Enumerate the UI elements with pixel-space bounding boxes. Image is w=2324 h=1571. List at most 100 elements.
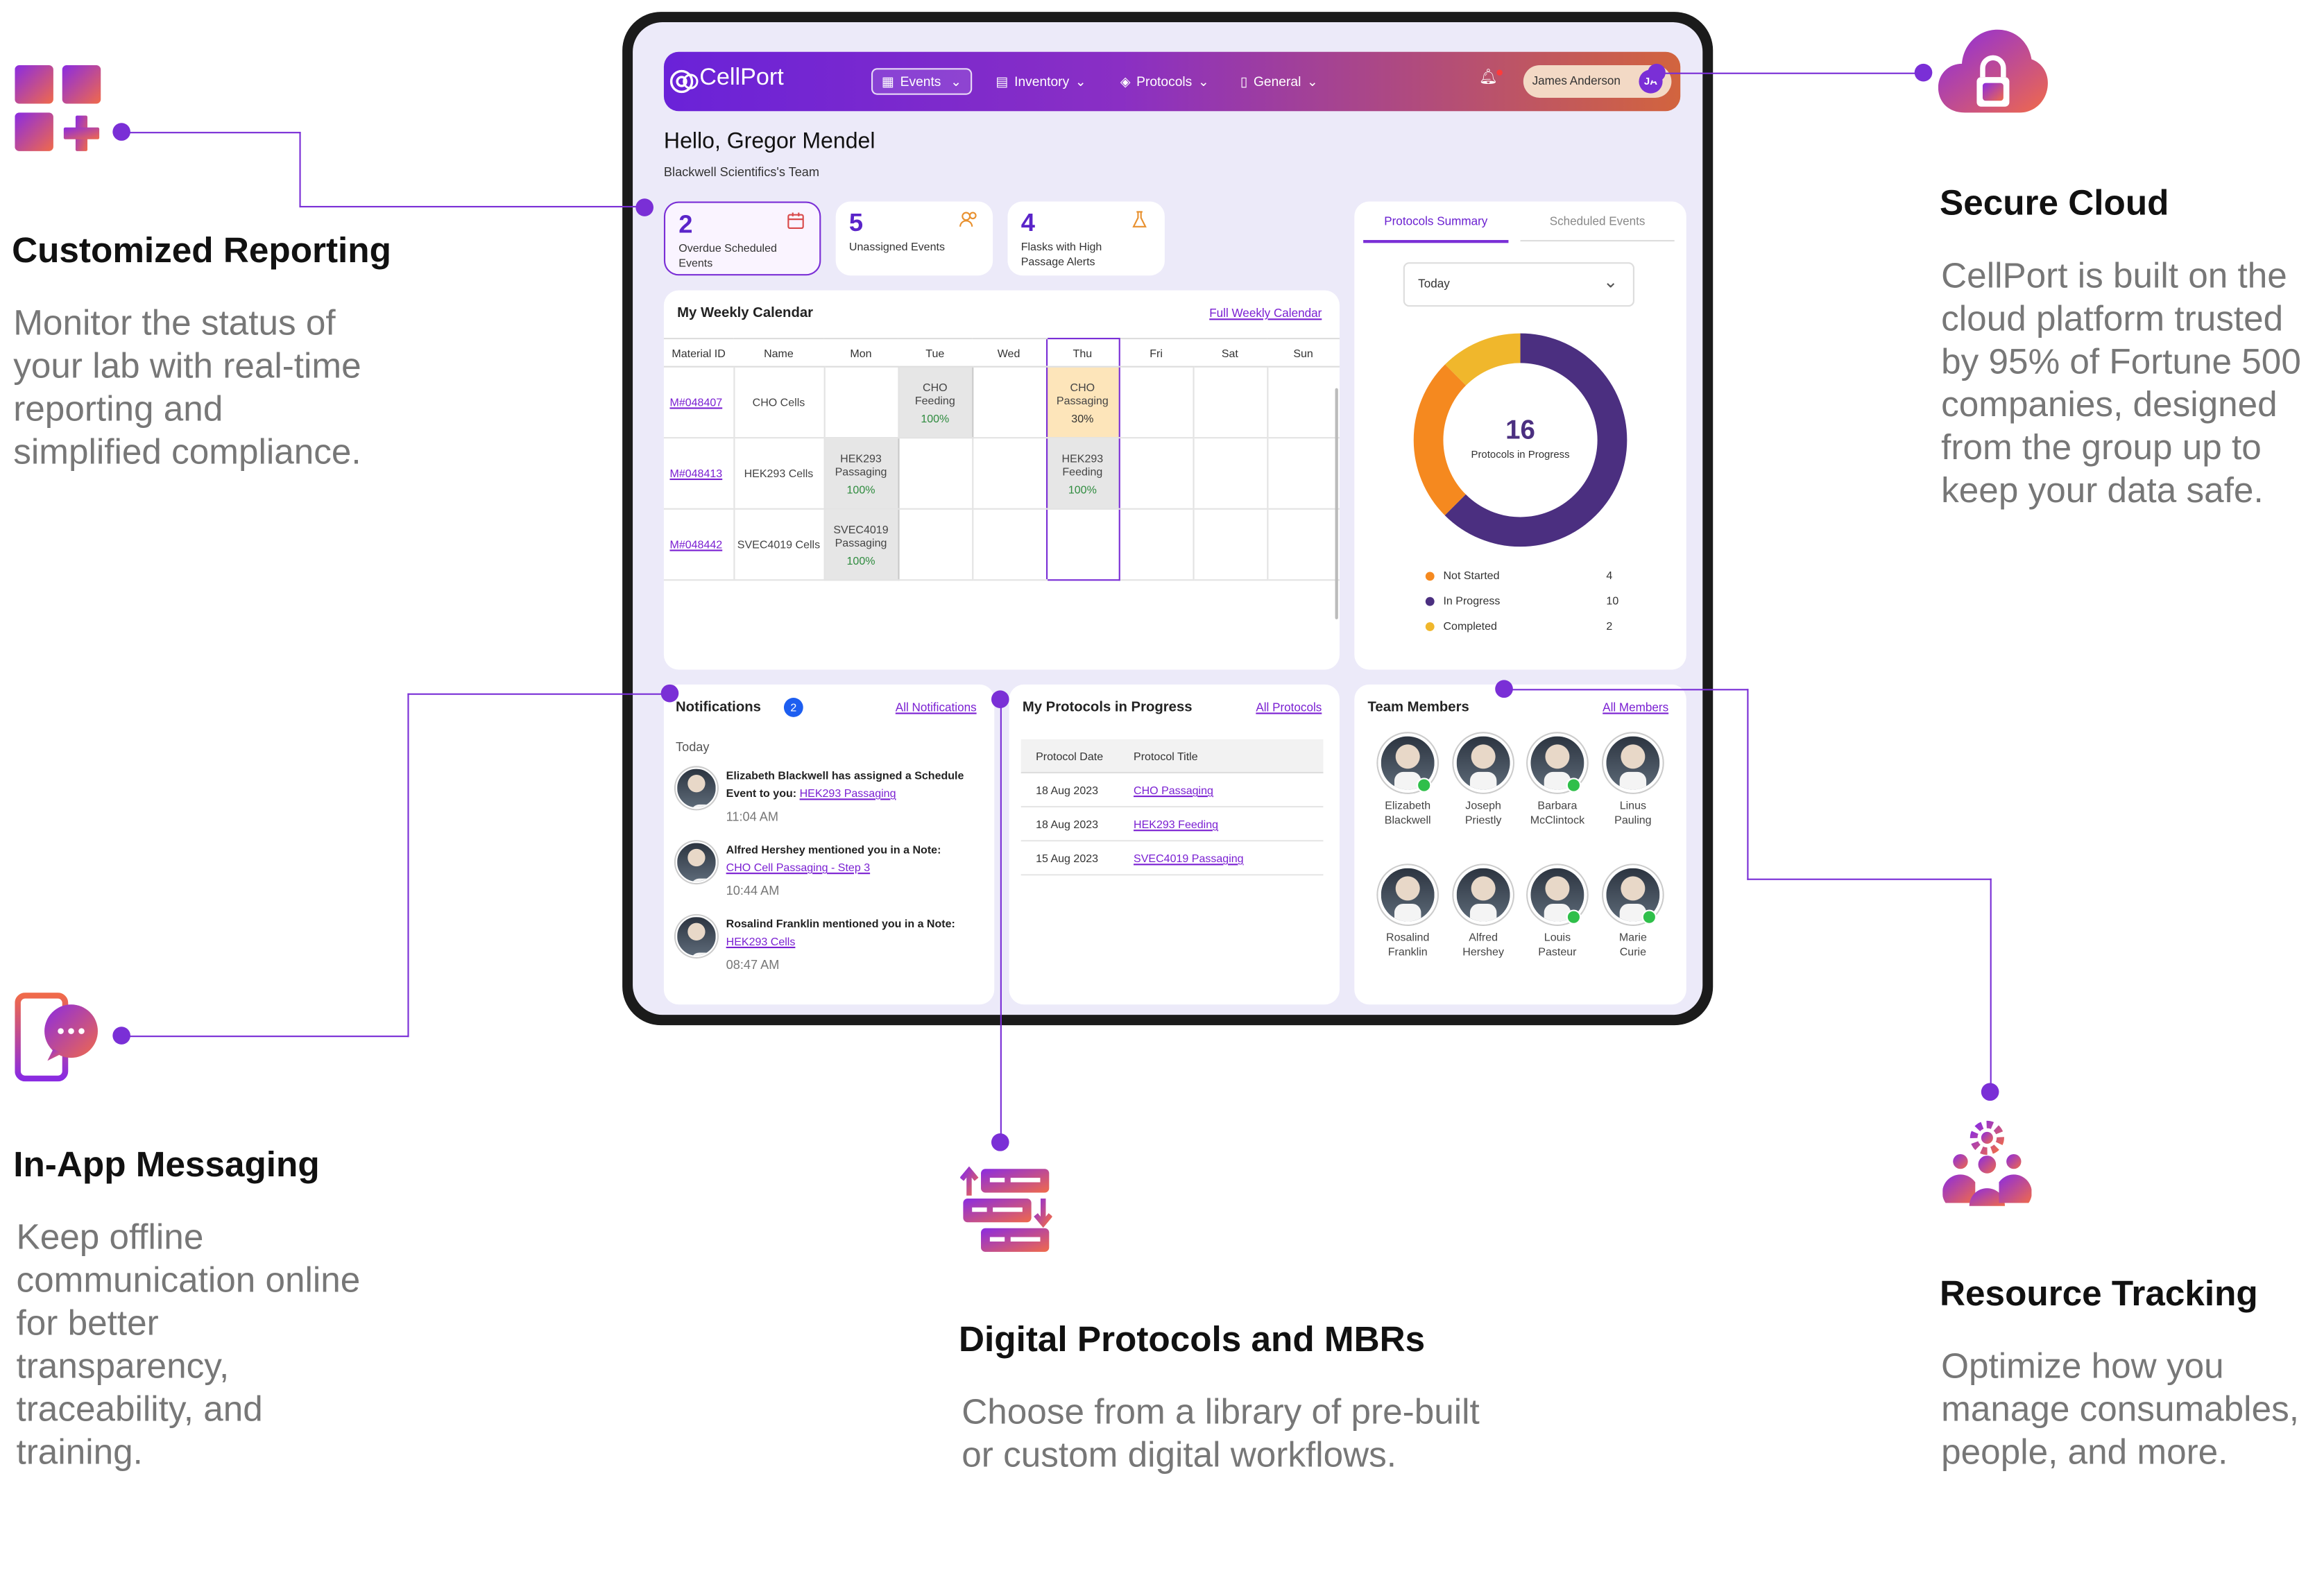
notification-item[interactable]: Alfred Hershey mentioned you in a Note: C… (676, 841, 987, 907)
cloud-title: Secure Cloud (1940, 183, 2169, 224)
calendar-cell (1192, 508, 1267, 581)
user-name: James Anderson (1532, 74, 1621, 88)
tracking-description: Optimize how you manage consumables, peo… (1941, 1345, 2299, 1474)
stat-card-overdue[interactable]: 2 Overdue Scheduled Events (663, 201, 821, 276)
bell-icon[interactable]: 🔔︎ (1479, 69, 1503, 86)
table-row[interactable]: 18 Aug 2023 HEK293 Feeding (1020, 807, 1324, 842)
donut-total: 16 (1505, 415, 1535, 445)
cloud-lock-icon (1938, 26, 2048, 126)
protocol-title-link[interactable]: SVEC4019 Passaging (1134, 852, 1244, 865)
all-protocols-link[interactable]: All Protocols (1256, 701, 1322, 714)
table-row: M#048413 HEK293 Cells HEK293 Passaging 100… (663, 437, 1340, 510)
material-id-link[interactable]: M#048407 (669, 395, 722, 409)
event-name: SVEC4019 (833, 522, 889, 536)
notifications-count-badge: 2 (783, 698, 803, 717)
member-first-name: Louis (1544, 930, 1571, 944)
col-header: Sun (1267, 338, 1340, 368)
notification-item[interactable]: Rosalind Franklin mentioned you in a Not… (676, 916, 987, 981)
table-row: M#048407 CHO Cells CHO Feeding 100% CHO Pas… (663, 366, 1340, 439)
legend-dot (1425, 622, 1435, 631)
messaging-line: communication online (16, 1260, 361, 1301)
avatar (1378, 865, 1437, 925)
notification-link[interactable]: CHO Cell Passaging - Step 3 (726, 861, 870, 874)
calendar-event[interactable]: HEK293 Feeding 100% (1045, 437, 1120, 510)
app-logo[interactable]: CellPort (699, 65, 784, 92)
notification-time: 08:47 AM (726, 956, 780, 972)
calendar-event[interactable]: CHO Passaging 30% (1045, 366, 1120, 439)
team-member[interactable]: Rosalind Franklin (1371, 865, 1445, 960)
team-member[interactable]: Linus Pauling (1596, 733, 1670, 828)
period-select[interactable]: Today ⌄ (1403, 262, 1635, 307)
notification-link[interactable]: HEK293 Cells (726, 935, 796, 948)
connector-dot (991, 690, 1009, 709)
protocols-feature-description: Choose from a library of pre-built or cu… (962, 1391, 1479, 1477)
chat-phone-icon (15, 993, 101, 1089)
team-gear-icon (1942, 1120, 2032, 1217)
inventory-icon: ▤ (996, 73, 1009, 89)
notifications-group-label: Today (676, 739, 710, 755)
messaging-line: training. (16, 1432, 143, 1473)
calendar-event[interactable]: SVEC4019 Passaging 100% (823, 508, 899, 581)
connector-dot (1914, 63, 1933, 82)
reporting-line: your lab with real-time (13, 346, 361, 387)
stat-card-flasks[interactable]: 4 Flasks with High Passage Alerts (1007, 201, 1165, 276)
all-notifications-link[interactable]: All Notifications (896, 701, 977, 714)
nav-inventory[interactable]: ▤ Inventory ⌄ (987, 68, 1095, 94)
material-id-link[interactable]: M#048442 (669, 538, 722, 551)
connector-dot (635, 198, 653, 216)
nav-general[interactable]: ▯ General ⌄ (1231, 68, 1327, 94)
event-name: HEK293 (1061, 451, 1104, 465)
col-header: Name (733, 338, 824, 368)
team-member[interactable]: Alfred Hershey (1446, 865, 1521, 960)
connector-line (1747, 689, 1749, 880)
calendar-event[interactable]: CHO Feeding 100% (897, 366, 973, 439)
team-member[interactable]: Louis Pasteur (1521, 865, 1595, 960)
nav-events[interactable]: ▦ Events ⌄ (871, 68, 973, 95)
table-row[interactable]: 15 Aug 2023 SVEC4019 Passaging (1020, 841, 1324, 876)
workflow-list-icon (959, 1166, 1053, 1262)
member-last-name: Franklin (1387, 945, 1428, 959)
online-indicator (1641, 909, 1657, 925)
avatar (676, 916, 717, 957)
connector-dot (1648, 63, 1666, 82)
reporting-icon (15, 65, 103, 162)
team-member[interactable]: Barbara McClintock (1521, 733, 1595, 828)
cloud-line: by 95% of Fortune 500 (1941, 342, 2301, 383)
full-calendar-link[interactable]: Full Weekly Calendar (1209, 307, 1322, 320)
donut-total-label: Protocols in Progress (1471, 450, 1570, 461)
material-id-link[interactable]: M#048413 (669, 467, 722, 480)
material-name: CHO Cells (733, 366, 824, 439)
protocol-title-link[interactable]: CHO Passaging (1134, 784, 1213, 797)
calendar-scrollbar[interactable] (1335, 388, 1338, 619)
notification-link[interactable]: HEK293 Passaging (800, 787, 896, 800)
tab-scheduled-events[interactable]: Scheduled Events (1520, 210, 1675, 242)
connector-line (299, 132, 301, 208)
notification-item[interactable]: Elizabeth Blackwell has assigned a Sched… (676, 767, 987, 832)
online-indicator (1417, 778, 1432, 793)
all-members-link[interactable]: All Members (1603, 701, 1668, 714)
nav-inventory-label: Inventory (1014, 74, 1070, 89)
notification-dot (1496, 69, 1503, 76)
stat-label: Unassigned Events (848, 240, 945, 254)
legend-label: In Progress (1443, 594, 1501, 608)
nav-protocols[interactable]: ◈ Protocols ⌄ (1111, 68, 1218, 94)
stat-card-unassigned[interactable]: 5 Unassigned Events (835, 201, 993, 276)
tab-protocols-summary[interactable]: Protocols Summary (1363, 210, 1509, 243)
notification-time: 11:04 AM (726, 809, 779, 824)
event-type: Passaging (835, 464, 887, 478)
reporting-title: Customized Reporting (12, 231, 391, 271)
calendar-event[interactable]: HEK293 Passaging 100% (823, 437, 899, 510)
team-member[interactable]: Joseph Priestly (1446, 733, 1521, 828)
my-protocols-card: My Protocols in Progress All Protocols P… (1009, 684, 1340, 1005)
protocol-title-link[interactable]: HEK293 Feeding (1134, 818, 1218, 831)
table-row[interactable]: 18 Aug 2023 CHO Passaging (1020, 773, 1324, 808)
team-member[interactable]: Elizabeth Blackwell (1371, 733, 1445, 828)
calendar-cell (1118, 366, 1193, 439)
connector-dot (112, 123, 130, 141)
member-first-name: Joseph (1465, 798, 1501, 812)
protocols-line: or custom digital workflows. (962, 1435, 1397, 1476)
reporting-line: simplified compliance. (13, 432, 361, 473)
calendar-icon: ▦ (881, 73, 895, 89)
member-last-name: Priestly (1464, 813, 1502, 827)
team-member[interactable]: Marie Curie (1596, 865, 1670, 960)
